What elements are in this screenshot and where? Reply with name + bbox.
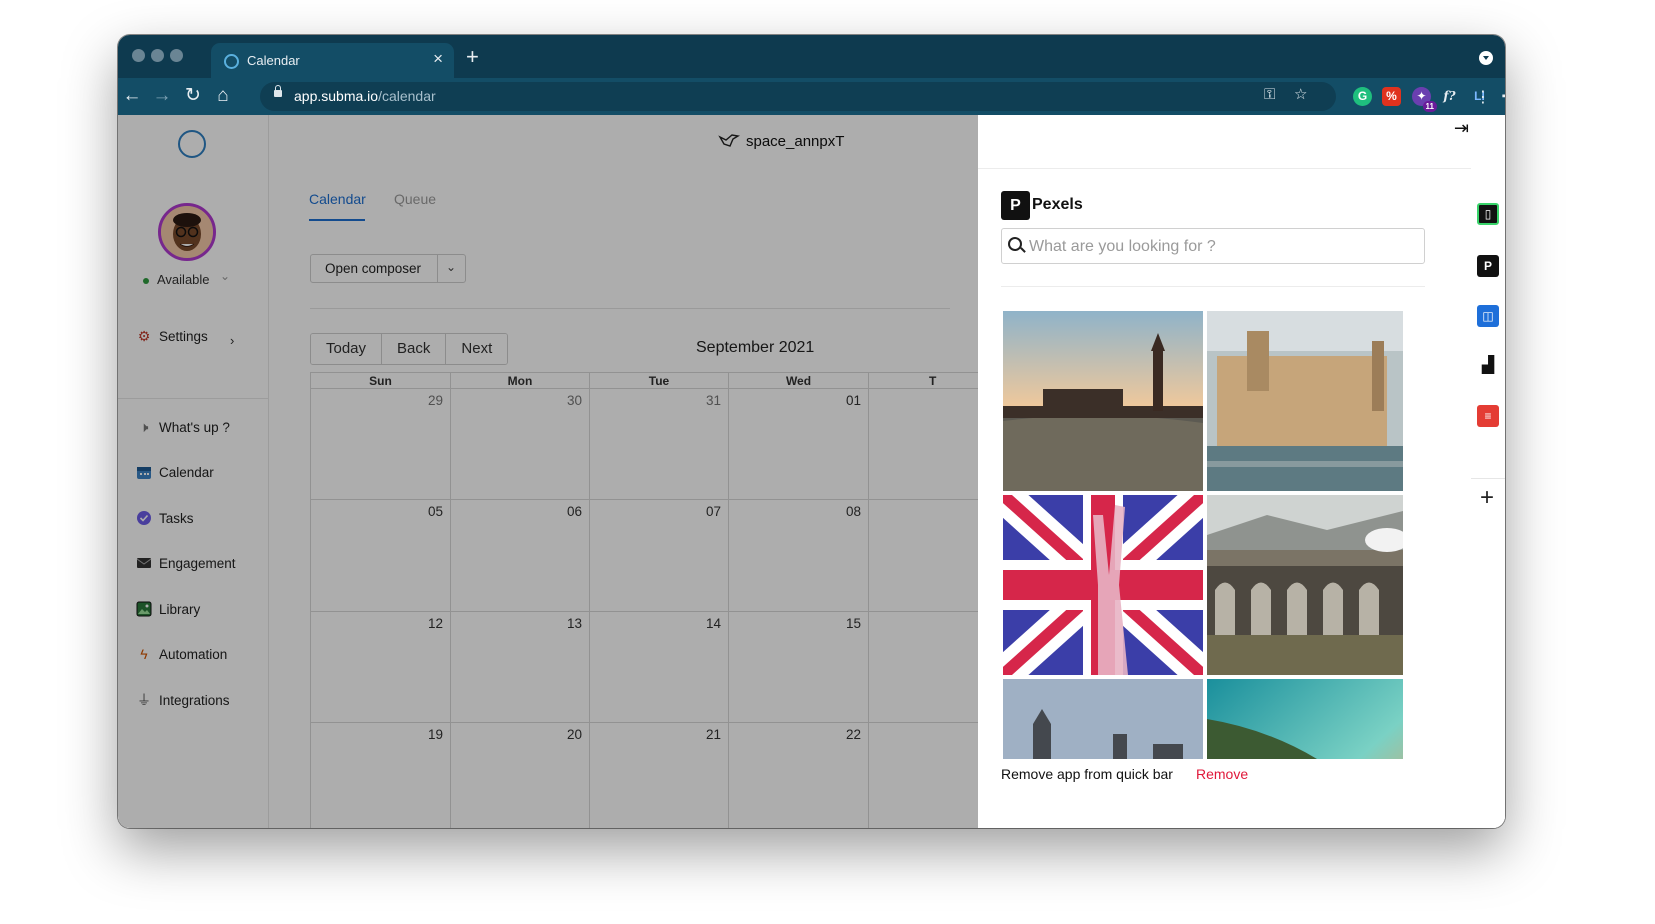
close-window-dot[interactable] (132, 49, 145, 62)
key-icon[interactable]: ⚿ (1264, 86, 1275, 103)
browser-window: Calendar × + ← → ↻ ⌂ app.subma.io/calend… (118, 35, 1505, 828)
browser-tab[interactable]: Calendar × (211, 43, 454, 78)
address-bar[interactable]: app.subma.io/calendar ⚿ ☆ (260, 82, 1336, 111)
photo-big-ben-sunset[interactable] (1003, 311, 1203, 491)
browser-toolbar: ← → ↻ ⌂ app.subma.io/calendar ⚿ ☆ G % ✦ 1… (118, 78, 1505, 115)
unsplash-icon[interactable]: ▟ (1477, 355, 1499, 377)
trello-icon[interactable]: ◫ (1477, 305, 1499, 327)
puzzle-extensions-icon[interactable]: ✚ (1498, 87, 1505, 106)
tab-favicon-icon (224, 54, 239, 69)
tab-close-icon[interactable]: × (433, 49, 443, 69)
canva-icon[interactable]: ▯ (1477, 203, 1499, 225)
search-icon (1008, 237, 1022, 251)
search-divider (1001, 286, 1425, 287)
app-content: Available ⌄ ⚙ Settings › 🕨 What's up ? C… (118, 115, 1505, 828)
maximize-window-dot[interactable] (170, 49, 183, 62)
pexels-logo-icon: P (1001, 191, 1030, 220)
reload-icon[interactable]: ↻ (181, 84, 205, 108)
pexels-image-grid (1003, 311, 1403, 759)
bookmark-star-icon[interactable]: ☆ (1294, 85, 1307, 103)
panel-header-divider (978, 168, 1471, 169)
new-tab-button[interactable]: + (466, 43, 479, 71)
tab-title: Calendar (247, 53, 300, 68)
grammarly-extension-icon[interactable]: G (1353, 87, 1372, 106)
photo-westminster-aerial[interactable] (1207, 311, 1403, 491)
lock-icon (274, 85, 282, 97)
minimize-window-dot[interactable] (151, 49, 164, 62)
translate-extension-icon[interactable]: % (1382, 87, 1401, 106)
tab-search-icon[interactable] (1479, 51, 1493, 65)
home-icon[interactable]: ⌂ (211, 84, 235, 108)
collapse-panel-icon[interactable]: ⇥ (1454, 118, 1469, 139)
todoist-icon[interactable]: ≡ (1477, 405, 1499, 427)
pexels-search-input[interactable] (1027, 233, 1421, 261)
browser-menu-icon[interactable]: ⋮ (1475, 87, 1491, 107)
forward-arrow-icon[interactable]: → (150, 84, 174, 108)
photo-coastal-cliff[interactable] (1207, 679, 1403, 759)
back-arrow-icon[interactable]: ← (120, 84, 144, 108)
modal-backdrop[interactable] (118, 115, 978, 828)
pexels-search-box (1001, 228, 1425, 264)
browser-tab-strip: Calendar × + (118, 35, 1505, 78)
add-app-icon[interactable]: + (1480, 484, 1494, 512)
remove-app-text: Remove app from quick bar (1001, 766, 1173, 782)
url-text: app.subma.io/calendar (294, 88, 436, 104)
photo-glenfinnan-viaduct[interactable] (1207, 495, 1403, 675)
rail-divider (1471, 478, 1505, 479)
purple-extension-icon[interactable]: ✦ 11 (1412, 87, 1437, 112)
photo-parliament-silhouette[interactable] (1003, 679, 1203, 759)
photo-union-jack-peace-hand[interactable] (1003, 495, 1203, 675)
pexels-icon[interactable]: P (1477, 255, 1499, 277)
panel-app-title: Pexels (1032, 196, 1083, 213)
quick-bar-rail: ▯ P ◫ ▟ ≡ + (1471, 115, 1505, 828)
pexels-side-panel: ⇥ P Pexels What are you looking for ? Re… (978, 115, 1505, 828)
formula-extension-icon[interactable]: f? (1440, 87, 1459, 106)
extension-badge: 11 (1422, 101, 1437, 112)
remove-app-link[interactable]: Remove (1196, 766, 1248, 782)
